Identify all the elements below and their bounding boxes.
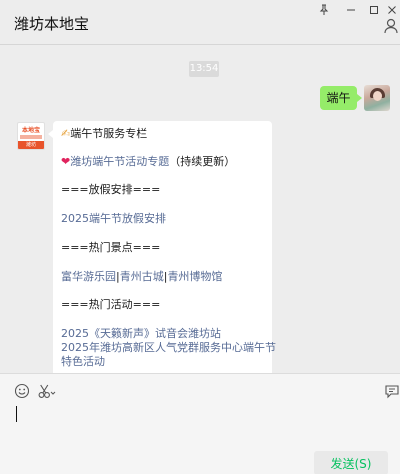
topic-link[interactable]: 潍坊端午节活动专题 — [70, 155, 169, 168]
avatar-logo-url — [20, 135, 42, 139]
self-avatar[interactable] — [364, 85, 390, 111]
topic-line: ❤潍坊端午节活动专题（持续更新） — [61, 155, 235, 169]
event-link[interactable]: 2025年潍坊高新区人气党群服务中心端午节 — [61, 341, 276, 355]
event-link-continued[interactable]: 特色活动 — [61, 355, 105, 369]
avatar-city-band: 潍坊 — [18, 141, 44, 149]
spot-link[interactable]: 富华游乐园 — [61, 270, 116, 283]
heart-icon: ❤ — [61, 155, 71, 168]
pin-icon[interactable] — [315, 2, 333, 18]
chat-bubble-icon[interactable] — [384, 383, 400, 399]
chat-title: 潍坊本地宝 — [14, 15, 90, 33]
pencil-icon: ✍ — [61, 127, 71, 140]
composer: 发送(S) — [0, 373, 400, 474]
event-link[interactable]: 2025《天籁新声》试音会潍坊站 — [61, 327, 221, 341]
maximize-icon[interactable] — [365, 2, 383, 18]
section-spots-heading: ===热门景点=== — [61, 241, 161, 254]
outgoing-message-bubble[interactable]: 端午 — [320, 86, 362, 110]
spot-link[interactable]: 青州博物馆 — [167, 270, 222, 283]
header-line: ✍端午节服务专栏 — [61, 127, 147, 141]
avatar-face — [373, 91, 382, 101]
incoming-message-bubble[interactable]: ✍端午节服务专栏 ❤潍坊端午节活动专题（持续更新） ===放假安排=== 202… — [48, 121, 276, 373]
message-timestamp: 13:54 — [189, 61, 219, 77]
minimize-icon[interactable] — [342, 2, 360, 18]
section-holiday-heading: ===放假安排=== — [61, 183, 161, 196]
spot-link[interactable]: 青州古城 — [120, 270, 164, 283]
spots-line: 富华游乐园|青州古城|青州博物馆 — [61, 270, 222, 284]
title-bar: 潍坊本地宝 — [0, 0, 400, 44]
text-cursor[interactable] — [16, 406, 17, 422]
avatar-logo-text: 本地宝 — [21, 127, 40, 134]
emoji-icon[interactable] — [14, 383, 30, 399]
holiday-link[interactable]: 2025端午节放假安排 — [61, 212, 166, 226]
service-header: 端午节服务专栏 — [70, 127, 148, 140]
close-icon[interactable] — [383, 2, 400, 18]
send-button[interactable]: 发送(S) — [314, 451, 388, 474]
contact-info-icon[interactable] — [384, 18, 398, 34]
message-list[interactable]: 13:54 端午 本地宝 潍坊 ✍端午节服务专栏 ❤潍坊端午节活动专题（持续更新… — [0, 45, 400, 373]
scissors-icon[interactable] — [38, 383, 56, 399]
topic-note: （持续更新） — [169, 155, 236, 168]
section-events-heading: ===热门活动=== — [61, 298, 161, 311]
account-avatar[interactable]: 本地宝 潍坊 — [17, 122, 45, 150]
